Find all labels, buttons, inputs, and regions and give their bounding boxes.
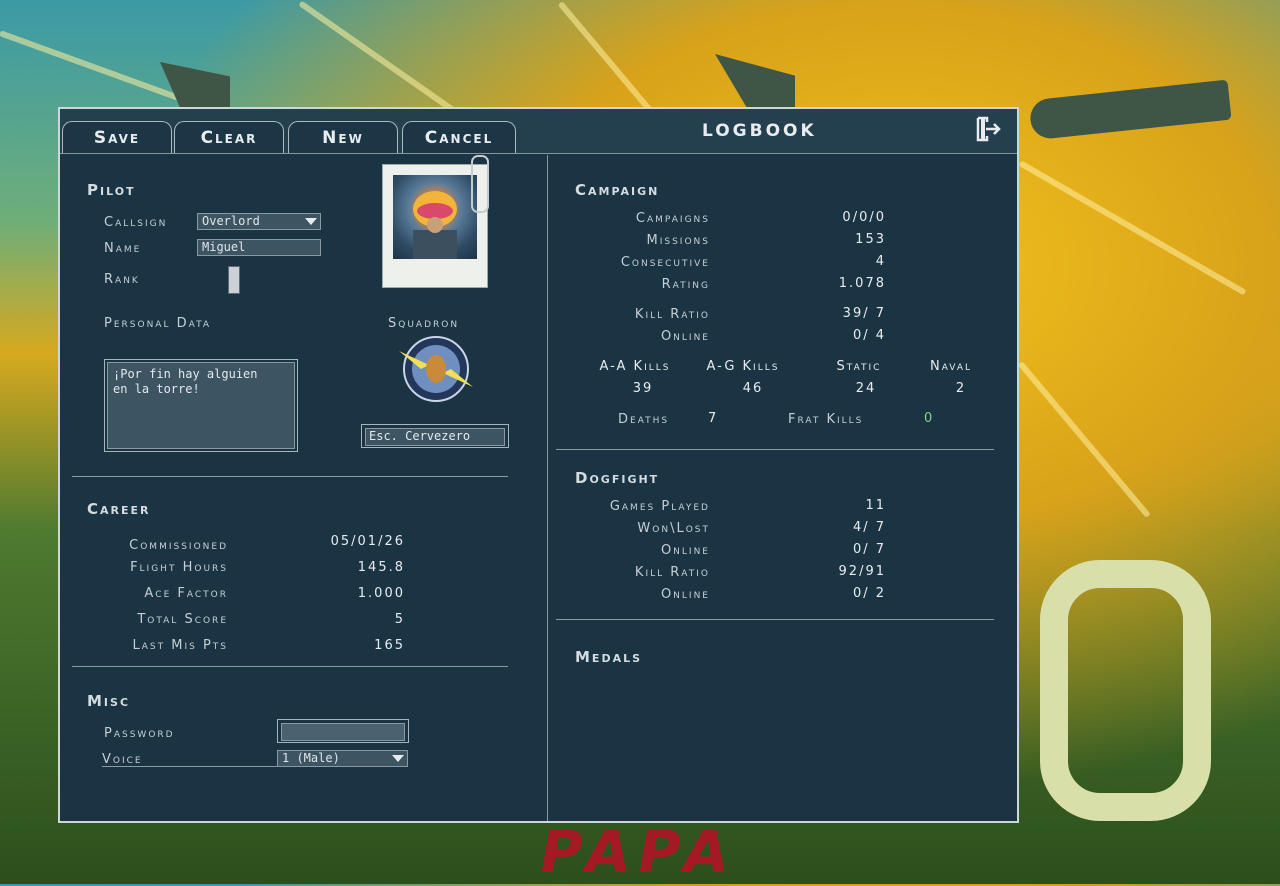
- voice-value: 1 (Male): [282, 751, 340, 765]
- save-tab[interactable]: Save: [62, 121, 172, 153]
- aa-kills-label: A-A Kills: [599, 359, 671, 374]
- consecutive-value: 4: [875, 254, 886, 269]
- total-score-label: Total Score: [137, 612, 228, 627]
- dogfight-online-value: 0/ 7: [852, 542, 886, 557]
- voice-label: Voice: [102, 752, 143, 767]
- rating-label: Rating: [661, 277, 710, 292]
- logbook-toolbar: Save Clear New Cancel LOGBOOK: [60, 109, 1017, 154]
- aa-kills-value: 39: [632, 381, 654, 396]
- rating-value: 1.078: [838, 276, 886, 291]
- naval-value: 2: [955, 381, 967, 396]
- consecutive-label: Consecutive: [620, 255, 710, 270]
- commissioned-label: Commissioned: [129, 538, 228, 553]
- rank-insignia-icon: [228, 266, 240, 294]
- background-letter-shape: [1040, 560, 1211, 821]
- dogfight-kill-ratio-label: Kill Ratio: [634, 565, 710, 580]
- last-mis-pts-value: 165: [374, 638, 405, 653]
- dogfight-online-label: Online: [660, 543, 710, 558]
- squadron-patch-icon[interactable]: [395, 335, 477, 403]
- pilot-heading: Pilot: [87, 181, 136, 199]
- won-lost-value: 4/ 7: [852, 520, 886, 535]
- password-input[interactable]: [277, 719, 409, 743]
- campaigns-label: Campaigns: [635, 211, 710, 226]
- medals-heading: Medals: [575, 648, 643, 666]
- career-heading: Career: [87, 500, 151, 518]
- dogfight-kill-online-label: Online: [660, 587, 710, 602]
- chevron-down-icon: [392, 755, 404, 762]
- background-streak: [1018, 160, 1247, 296]
- frat-kills-value: 0: [924, 411, 935, 426]
- frat-kills-label: Frat Kills: [788, 412, 864, 427]
- background-title-text: PAPA: [534, 818, 743, 886]
- rank-label: Rank: [104, 272, 140, 287]
- dogfight-heading: Dogfight: [575, 469, 660, 487]
- page-title: LOGBOOK: [702, 121, 817, 141]
- missions-label: Missions: [646, 233, 710, 248]
- callsign-value: Overlord: [202, 214, 260, 228]
- ag-kills-label: A-G Kills: [706, 359, 780, 374]
- section-divider: [556, 619, 994, 620]
- ace-factor-label: Ace Factor: [144, 586, 228, 601]
- jet-icon: [160, 62, 230, 110]
- personal-data-textarea[interactable]: ¡Por fin hay alguien en la torre!: [104, 359, 298, 452]
- password-label: Password: [104, 726, 175, 741]
- static-value: 24: [855, 381, 877, 396]
- flight-hours-value: 145.8: [357, 560, 405, 575]
- section-divider: [556, 449, 994, 450]
- misc-heading: Misc: [87, 692, 131, 710]
- ace-factor-value: 1.000: [357, 586, 405, 601]
- password-input-inner: [281, 723, 405, 741]
- column-divider: [547, 155, 548, 821]
- static-label: Static: [836, 359, 882, 374]
- voice-underline: [102, 766, 277, 767]
- campaign-heading: Campaign: [575, 181, 660, 199]
- personal-data-label: Personal Data: [104, 316, 212, 331]
- jet-icon: [1028, 79, 1232, 141]
- cancel-tab[interactable]: Cancel: [402, 121, 516, 153]
- background-streak: [1017, 361, 1151, 519]
- section-divider: [72, 476, 508, 477]
- campaign-online-value: 0/ 4: [852, 328, 886, 343]
- squadron-input[interactable]: Esc. Cervezero: [361, 424, 509, 448]
- pilot-portrait-image: [393, 175, 477, 259]
- missions-value: 153: [855, 232, 886, 247]
- background-streak: [298, 0, 466, 121]
- paperclip-icon: [471, 155, 489, 213]
- section-divider: [72, 666, 508, 667]
- callsign-label: Callsign: [104, 215, 168, 230]
- commissioned-value: 05/01/26: [330, 534, 405, 549]
- clear-tab[interactable]: Clear: [174, 121, 284, 153]
- squadron-label: Squadron: [388, 316, 460, 331]
- won-lost-label: Won\Lost: [637, 521, 710, 536]
- exit-icon[interactable]: [974, 115, 1002, 143]
- games-played-value: 11: [865, 498, 886, 513]
- pilot-photo: [382, 155, 489, 288]
- deaths-label: Deaths: [618, 412, 670, 427]
- squadron-value: Esc. Cervezero: [365, 428, 505, 446]
- flight-hours-label: Flight Hours: [130, 560, 228, 575]
- campaigns-value: 0/0/0: [842, 210, 886, 225]
- new-tab[interactable]: New: [288, 121, 398, 153]
- name-label: Name: [104, 241, 142, 256]
- name-input[interactable]: Miguel: [197, 239, 321, 256]
- logbook-panel: Save Clear New Cancel LOGBOOK Pilot Call…: [58, 107, 1019, 823]
- callsign-dropdown[interactable]: Overlord: [197, 213, 321, 230]
- games-played-label: Games Played: [609, 499, 710, 514]
- dogfight-kill-online-value: 0/ 2: [852, 586, 886, 601]
- last-mis-pts-label: Last Mis Pts: [132, 638, 228, 653]
- campaign-online-label: Online: [660, 329, 710, 344]
- chevron-down-icon: [305, 218, 317, 225]
- voice-dropdown[interactable]: 1 (Male): [277, 750, 408, 767]
- dogfight-kill-ratio-value: 92/91: [838, 564, 886, 579]
- campaign-kill-ratio-value: 39/ 7: [842, 306, 886, 321]
- deaths-value: 7: [708, 411, 719, 426]
- naval-label: Naval: [929, 359, 973, 374]
- campaign-kill-ratio-label: Kill Ratio: [634, 307, 710, 322]
- ag-kills-value: 46: [742, 381, 764, 396]
- jet-icon: [715, 54, 795, 108]
- total-score-value: 5: [394, 612, 405, 627]
